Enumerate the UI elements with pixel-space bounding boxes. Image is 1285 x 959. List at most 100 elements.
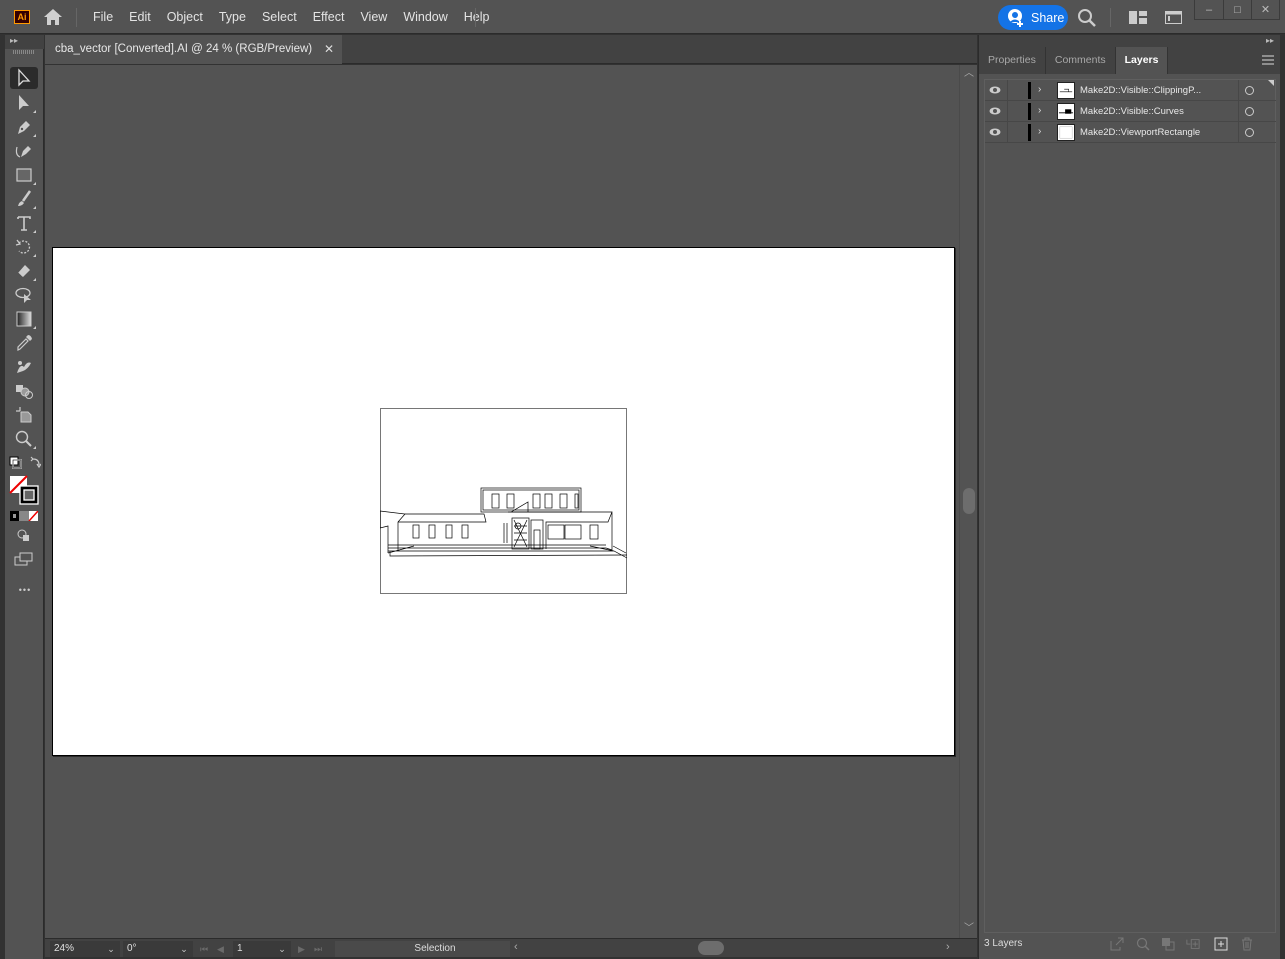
target-circle-icon	[1245, 107, 1254, 116]
lasso-tool[interactable]	[10, 284, 38, 306]
paintbrush-tool[interactable]	[10, 188, 38, 210]
artboard-tool[interactable]	[10, 404, 38, 426]
previous-artboard-button[interactable]: ◀	[217, 941, 224, 957]
minimize-button[interactable]: –	[1195, 0, 1223, 19]
menu-file[interactable]: File	[85, 0, 121, 34]
close-tab-icon[interactable]: ✕	[324, 35, 334, 64]
expand-chevron-icon[interactable]: ›	[1038, 125, 1041, 139]
next-artboard-button[interactable]: ▶	[298, 941, 305, 957]
vertical-scroll-thumb[interactable]	[963, 488, 975, 514]
zoom-dropdown[interactable]: ⌄	[102, 941, 120, 957]
type-tool[interactable]	[10, 212, 38, 234]
workspace-switcher-icon[interactable]	[1129, 11, 1147, 24]
default-fill-stroke-swap[interactable]	[9, 456, 41, 470]
menu-type[interactable]: Type	[211, 0, 254, 34]
layers-list	[984, 79, 1276, 933]
layer-target[interactable]	[1238, 101, 1276, 122]
menu-window[interactable]: Window	[395, 0, 455, 34]
document-tab[interactable]: cba_vector [Converted].AI @ 24 % (RGB/Pr…	[45, 35, 342, 64]
panel-collapse[interactable]: ▸▸	[979, 35, 1280, 47]
eyedropper-tool[interactable]	[10, 332, 38, 354]
pen-tool[interactable]	[10, 116, 38, 138]
color-mode-buttons[interactable]	[10, 511, 38, 521]
arrange-documents-icon[interactable]	[1165, 11, 1182, 24]
layer-row[interactable]: › Make2D::ViewportRectangle	[985, 122, 1238, 143]
artboard-dropdown[interactable]: ⌄	[273, 941, 291, 957]
share-button[interactable]: Share	[998, 5, 1068, 30]
lasso-icon	[14, 285, 34, 305]
new-layer-icon[interactable]	[1214, 937, 1228, 951]
curvature-tool[interactable]	[10, 140, 38, 162]
canvas[interactable]	[45, 65, 959, 938]
share-label: Share	[1031, 11, 1064, 25]
tools-panel-collapse[interactable]: ▸▸	[5, 35, 44, 49]
scroll-down-arrow[interactable]: ﹀	[960, 922, 978, 936]
panel-menu-icon[interactable]	[1262, 55, 1274, 65]
menu-select[interactable]: Select	[254, 0, 305, 34]
status-text[interactable]: Selection	[335, 941, 535, 957]
tab-layers[interactable]: Layers	[1116, 47, 1169, 74]
menu-edit[interactable]: Edit	[121, 0, 159, 34]
menu-separator	[475, 8, 476, 27]
expand-chevron-icon[interactable]: ›	[1038, 83, 1041, 97]
home-icon[interactable]	[43, 8, 63, 26]
zoom-level-field[interactable]: 24%	[50, 941, 102, 957]
tools-panel-grip[interactable]	[13, 50, 35, 54]
more-tools-button[interactable]: •••	[14, 585, 36, 595]
menu-effect[interactable]: Effect	[305, 0, 353, 34]
layer-row[interactable]: › Make2D::Visible::ClippingP...	[985, 80, 1238, 101]
rotation-dropdown[interactable]: ⌄	[175, 941, 193, 957]
last-artboard-button[interactable]: ⏭	[314, 941, 322, 957]
horizontal-scroll-thumb[interactable]	[698, 941, 724, 955]
blend-tool[interactable]	[10, 356, 38, 378]
layer-name[interactable]: Make2D::Visible::Curves	[1080, 101, 1184, 122]
search-icon[interactable]	[1077, 8, 1097, 28]
house-elevation-drawing[interactable]	[380, 408, 628, 595]
layer-row[interactable]: › Make2D::Visible::Curves	[985, 101, 1238, 122]
rotate-icon	[14, 237, 34, 257]
shape-builder-tool[interactable]	[10, 380, 38, 402]
new-sublayer-icon[interactable]	[1186, 937, 1200, 951]
gradient-tool[interactable]	[10, 308, 38, 330]
first-artboard-button[interactable]: ⏮	[200, 941, 208, 957]
rotation-field[interactable]: 0°	[123, 941, 175, 957]
rotate-tool[interactable]	[10, 236, 38, 258]
artboard-icon	[14, 405, 34, 425]
expand-chevron-icon[interactable]: ›	[1038, 104, 1041, 118]
visibility-eye-icon[interactable]	[989, 127, 1001, 137]
horizontal-scrollbar[interactable]: ‹ ›	[510, 938, 959, 957]
vertical-scrollbar[interactable]: ︿ ﹀	[959, 65, 977, 938]
export-icon[interactable]	[1110, 937, 1124, 951]
artboard[interactable]	[52, 247, 955, 756]
rectangle-tool[interactable]	[10, 164, 38, 186]
clipping-mask-icon[interactable]	[1161, 937, 1175, 951]
selection-tool[interactable]	[10, 67, 38, 89]
draw-mode-icon[interactable]	[16, 528, 32, 542]
close-window-button[interactable]: ✕	[1251, 0, 1279, 19]
locate-object-icon[interactable]	[1136, 937, 1150, 951]
fill-stroke-swatches[interactable]	[9, 475, 39, 505]
tab-comments[interactable]: Comments	[1046, 47, 1116, 74]
visibility-eye-icon[interactable]	[989, 85, 1001, 95]
layer-name[interactable]: Make2D::Visible::ClippingP...	[1080, 80, 1201, 101]
direct-selection-tool[interactable]	[10, 92, 38, 114]
scroll-right-arrow[interactable]: ›	[946, 939, 950, 956]
scroll-up-arrow[interactable]: ︿	[960, 67, 978, 81]
layer-thumbnail	[1057, 103, 1075, 120]
maximize-button[interactable]: □	[1223, 0, 1251, 19]
target-circle-icon	[1245, 86, 1254, 95]
artboard-number-field[interactable]: 1	[233, 941, 273, 957]
menu-help[interactable]: Help	[456, 0, 498, 34]
visibility-eye-icon[interactable]	[989, 106, 1001, 116]
menu-view[interactable]: View	[352, 0, 395, 34]
zoom-tool[interactable]	[10, 428, 38, 450]
delete-layer-icon[interactable]	[1240, 937, 1254, 951]
screen-mode-icon[interactable]	[14, 552, 34, 567]
layer-target[interactable]	[1238, 80, 1276, 101]
scroll-left-arrow[interactable]: ‹	[514, 939, 518, 956]
eraser-tool[interactable]	[10, 260, 38, 282]
menu-object[interactable]: Object	[159, 0, 211, 34]
layer-name[interactable]: Make2D::ViewportRectangle	[1080, 122, 1200, 143]
tab-properties[interactable]: Properties	[979, 47, 1046, 74]
layer-target[interactable]	[1238, 122, 1276, 143]
